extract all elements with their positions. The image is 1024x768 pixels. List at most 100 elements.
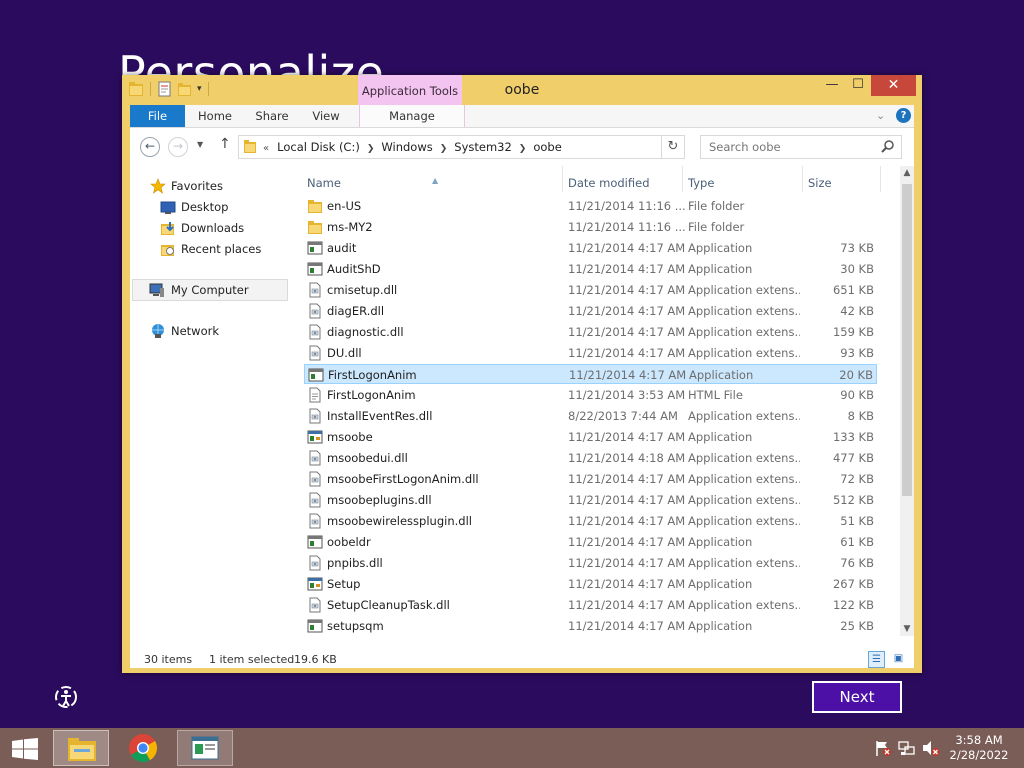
column-header-date[interactable]: Date modified [568,166,650,196]
nav-recent-places-label: Recent places [181,242,262,256]
breadcrumb-overflow[interactable]: « [263,143,269,154]
nav-downloads[interactable]: Downloads [160,218,290,238]
file-row[interactable]: msoobedui.dll 11/21/2014 4:18 AM Applicati… [304,448,877,468]
file-row[interactable]: ms-MY2 11/21/2014 11:16 ... File folder [304,217,877,237]
recent-locations-icon[interactable]: ▼ [197,140,203,149]
file-row[interactable]: AuditShD 11/21/2014 4:17 AM Application 30 … [304,259,877,279]
column-divider[interactable] [682,166,683,192]
file-size: 159 KB [832,325,874,339]
file-row[interactable]: oobeldr 11/21/2014 4:17 AM Application 61 K… [304,532,877,552]
taskbar-chrome[interactable] [115,730,171,766]
nav-downloads-label: Downloads [181,221,245,235]
maximize-button[interactable]: ☐ [845,75,871,96]
file-row[interactable]: en-US 11/21/2014 11:16 ... File folder [304,196,877,216]
network-status-icon[interactable] [898,739,916,757]
chevron-right-icon[interactable]: ❯ [440,144,448,154]
file-row[interactable]: cmisetup.dll 11/21/2014 4:17 AM Applicatio… [304,280,877,300]
tab-file[interactable]: File [130,105,185,127]
search-box[interactable] [700,135,902,159]
breadcrumb-system32[interactable]: System32 [454,140,512,154]
file-size: 133 KB [832,430,874,444]
file-row[interactable]: InstallEventRes.dll 8/22/2013 7:44 AM Appl… [304,406,877,426]
file-date-modified: 11/21/2014 4:17 AM [568,430,686,444]
taskbar-firstlogonanim[interactable] [177,730,233,766]
file-type: Application extens... [688,283,800,297]
column-header-type[interactable]: Type [688,166,714,196]
volume-muted-icon[interactable] [922,739,940,757]
large-icons-view-button[interactable]: ▣ [890,651,907,668]
file-row[interactable]: diagnostic.dll 11/21/2014 4:17 AM Applicat… [304,322,877,342]
file-name: oobeldr [327,535,371,549]
file-row[interactable]: DU.dll 11/21/2014 4:17 AM Application exte… [304,343,877,363]
desktop-icon [160,201,176,214]
file-row[interactable]: FirstLogonAnim 11/21/2014 4:17 AM Applicat… [304,364,877,384]
title-bar[interactable]: ▾ Application Tools oobe — ☐ ✕ [122,75,922,105]
breadcrumb-oobe[interactable]: oobe [533,140,561,154]
file-row[interactable]: pnpibs.dll 11/21/2014 4:17 AM Application … [304,553,877,573]
tab-view[interactable]: View [299,105,353,127]
file-name: cmisetup.dll [327,283,398,297]
help-icon[interactable]: ? [896,108,911,123]
tab-share[interactable]: Share [245,105,299,127]
column-divider[interactable] [562,166,563,192]
tab-manage[interactable]: Manage [359,105,465,127]
clock[interactable]: 3:58 AM 2/28/2022 [944,733,1014,763]
file-type: Application extens... [688,514,800,528]
vertical-scrollbar[interactable]: ▲ ▼ [900,166,914,636]
details-view-button[interactable]: ☰ [868,651,885,668]
file-row[interactable]: diagER.dll 11/21/2014 4:17 AM Application … [304,301,877,321]
scroll-down-icon[interactable]: ▼ [900,622,914,636]
status-bar: 30 items 1 item selected 19.6 KB ☰ ▣ [130,651,914,668]
close-button[interactable]: ✕ [871,75,916,96]
windows-start-icon[interactable] [12,738,38,760]
breadcrumb-windows[interactable]: Windows [381,140,432,154]
address-bar[interactable]: «Local Disk (C:)❯Windows❯System32❯oobe ⌄ [238,135,763,159]
chevron-right-icon[interactable]: ❯ [367,144,375,154]
expand-ribbon-icon[interactable]: ⌄ [876,109,885,122]
chevron-right-icon[interactable]: ❯ [519,144,527,154]
file-type: Application extens... [688,556,800,570]
file-type: Application extens... [688,472,800,486]
file-row[interactable]: msoobeplugins.dll 11/21/2014 4:17 AM Appli… [304,490,877,510]
file-name: AuditShD [327,262,381,276]
column-divider[interactable] [880,166,881,192]
file-name: msoobedui.dll [327,451,408,465]
search-input[interactable] [707,136,871,158]
scrollbar-thumb[interactable] [902,184,912,496]
file-row[interactable]: setupsqm 11/21/2014 4:17 AM Application 25 … [304,616,877,636]
file-row[interactable]: Setup 11/21/2014 4:17 AM Application 267 KB [304,574,877,594]
refresh-button[interactable]: ↻ [662,135,685,159]
file-row[interactable]: msoobeFirstLogonAnim.dll 11/21/2014 4:17 … [304,469,877,489]
nav-favorites[interactable]: Favorites [150,176,290,196]
file-row[interactable]: audit 11/21/2014 4:17 AM Application 73 KB [304,238,877,258]
search-icon[interactable] [881,139,895,153]
nav-my-computer[interactable]: My Computer [132,279,288,301]
nav-network[interactable]: Network [150,321,290,341]
file-row[interactable]: SetupCleanupTask.dll 11/21/2014 4:17 AM Ap… [304,595,877,615]
column-header-name[interactable]: Name ▲ [307,166,438,196]
file-row[interactable]: FirstLogonAnim 11/21/2014 3:53 AM HTML Fil… [304,385,877,405]
navigation-bar: ← → ▼ ↑ « Local Disk (C:) ❯ Windows ❯ System3… [130,128,914,166]
forward-button[interactable]: → [168,137,188,157]
column-divider[interactable] [802,166,803,192]
file-row[interactable]: msoobe 11/21/2014 4:17 AM Application 133 K… [304,427,877,447]
column-header-size[interactable]: Size [808,166,832,196]
breadcrumb-local-disk[interactable]: Local Disk (C:) [277,140,360,154]
ease-of-access-icon[interactable] [52,683,80,711]
file-row[interactable]: msoobewirelessplugin.dll 11/21/2014 4:17 … [304,511,877,531]
up-button[interactable]: ↑ [219,136,231,152]
minimize-button[interactable]: — [819,75,845,96]
file-name: FirstLogonAnim [327,388,416,402]
file-name: msoobeFirstLogonAnim.dll [327,472,479,486]
action-center-flag-icon[interactable] [874,739,892,757]
nav-desktop[interactable]: Desktop [160,197,290,217]
scroll-up-icon[interactable]: ▲ [900,166,914,180]
file-date-modified: 11/21/2014 4:17 AM [568,577,686,591]
next-button[interactable]: Next [812,681,902,713]
back-button[interactable]: ← [140,137,160,157]
tab-home[interactable]: Home [185,105,245,127]
file-size: 51 KB [840,514,874,528]
file-date-modified: 11/21/2014 4:17 AM [568,325,686,339]
nav-recent-places[interactable]: Recent places [160,239,290,259]
taskbar-file-explorer[interactable] [53,730,109,766]
